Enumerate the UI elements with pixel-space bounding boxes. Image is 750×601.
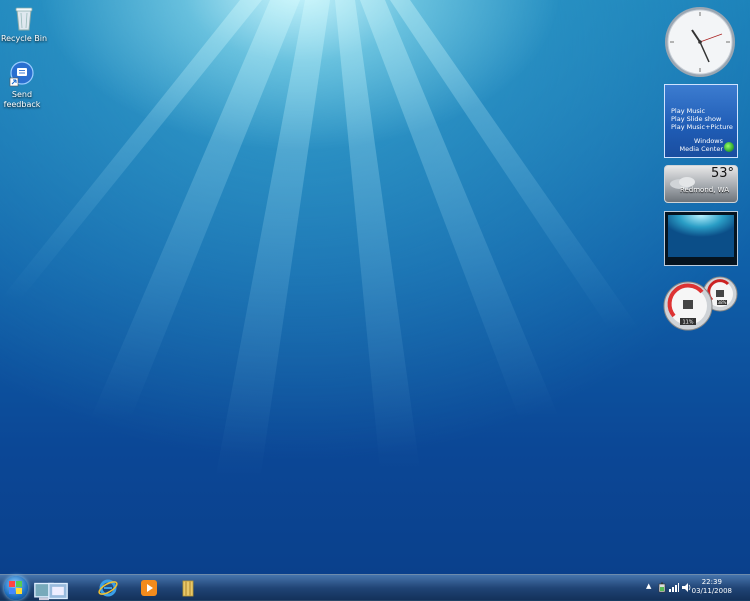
- play-slideshow-link[interactable]: Play Slide show: [671, 115, 733, 123]
- send-feedback-icon: [9, 61, 34, 87]
- media-center-brand-line1: Windows: [693, 137, 723, 145]
- media-center-logo-icon: [724, 142, 734, 152]
- volume-icon[interactable]: [682, 583, 692, 592]
- memory-usage-text: 38%: [718, 300, 727, 305]
- taskbar: ▲ 22:39 03/11/2008: [0, 574, 750, 601]
- weather-temperature: 53°: [710, 166, 734, 181]
- weather-gadget[interactable]: 53° Redmond, WA: [664, 165, 738, 203]
- media-player-icon[interactable]: [139, 578, 159, 598]
- slideshow-image: [668, 215, 734, 257]
- clock-gadget[interactable]: [664, 6, 736, 78]
- play-music-picture-link[interactable]: Play Music+Picture: [671, 123, 733, 131]
- explorer-folder-icon[interactable]: [178, 578, 198, 598]
- send-feedback-shortcut[interactable]: Send feedback: [0, 60, 52, 110]
- wallpaper-rays: [0, 0, 640, 480]
- media-center-gadget[interactable]: Play Music Play Slide show Play Music+Pi…: [664, 84, 738, 158]
- play-music-link[interactable]: Play Music: [671, 107, 733, 115]
- slideshow-gadget[interactable]: [664, 211, 738, 266]
- weather-location: Redmond, WA: [679, 186, 729, 194]
- taskbar-clock[interactable]: 22:39 03/11/2008: [692, 578, 732, 596]
- windows-logo-icon: [9, 581, 22, 594]
- show-hidden-icons-arrow[interactable]: ▲: [646, 582, 651, 590]
- start-button[interactable]: [4, 576, 28, 600]
- switch-windows-icon[interactable]: [48, 581, 68, 601]
- network-signal-icon[interactable]: [669, 583, 679, 592]
- recycle-bin-shortcut[interactable]: Recycle Bin: [0, 4, 54, 44]
- send-feedback-label-line2: feedback: [3, 100, 41, 109]
- cpu-usage-text: 11%: [682, 320, 693, 326]
- send-feedback-label-line1: Send: [11, 90, 33, 99]
- media-center-brand-line2: Media Center: [679, 145, 723, 153]
- internet-explorer-icon[interactable]: [98, 578, 118, 598]
- recycle-bin-label: Recycle Bin: [0, 34, 48, 43]
- notification-area: ▲ 22:39 03/11/2008: [640, 575, 750, 601]
- cpu-meter-gadget[interactable]: 11% 38%: [662, 276, 742, 332]
- recycle-bin-icon: [15, 7, 33, 31]
- battery-power-icon[interactable]: [658, 582, 666, 593]
- taskbar-date: 03/11/2008: [691, 587, 732, 595]
- taskbar-time: 22:39: [701, 578, 722, 586]
